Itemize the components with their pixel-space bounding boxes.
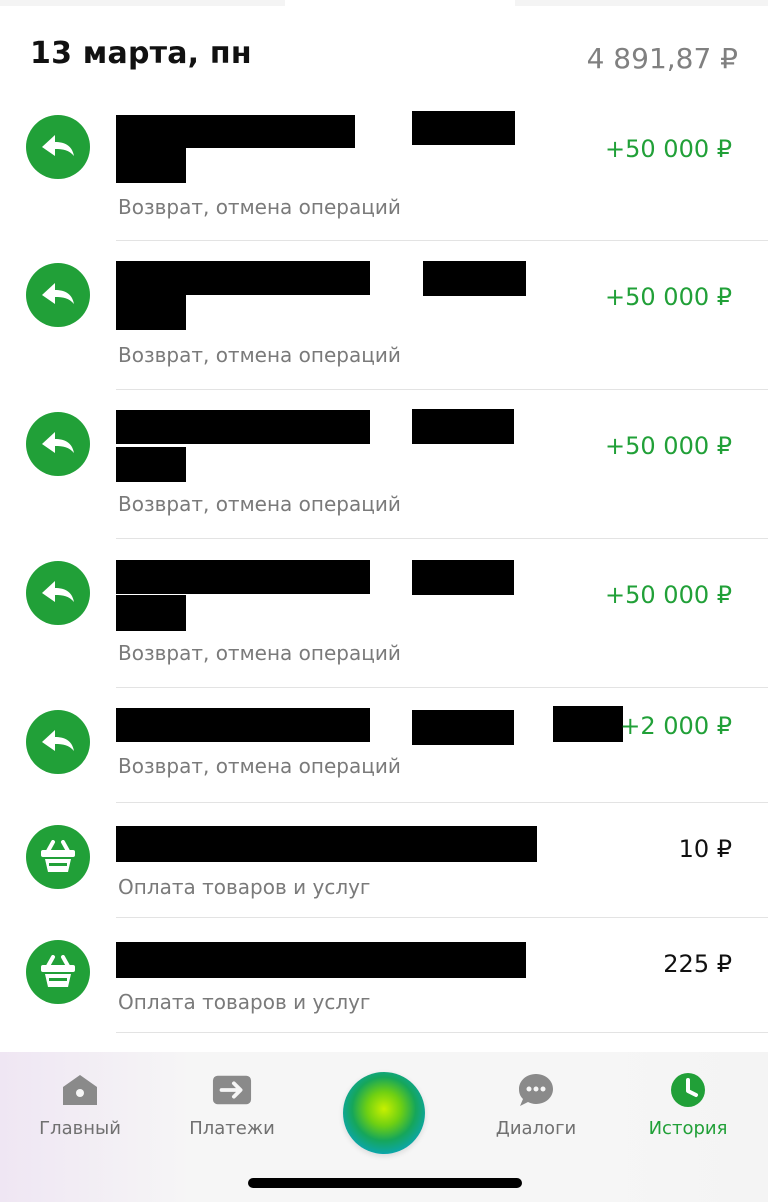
transaction-amount: +50 000 ₽ xyxy=(605,283,732,311)
transaction-row[interactable]: 225 ₽ Оплата товаров и услуг xyxy=(0,918,768,1033)
transfer-arrow-icon xyxy=(212,1070,252,1110)
transaction-row[interactable]: +50 000 ₽ Возврат, отмена операций xyxy=(0,539,768,688)
redacted-name xyxy=(116,115,355,148)
clock-icon xyxy=(668,1070,708,1110)
redacted-name xyxy=(116,595,186,631)
tab-payments-label: Платежи xyxy=(189,1118,275,1139)
transaction-category: Возврат, отмена операций xyxy=(118,343,401,367)
transaction-row[interactable]: +2 000 ₽ Возврат, отмена операций xyxy=(0,688,768,803)
assistant-orb-button[interactable] xyxy=(343,1072,425,1154)
tab-home-label: Главный xyxy=(39,1118,121,1139)
redacted-name xyxy=(116,148,186,183)
tab-dialogs-label: Диалоги xyxy=(495,1118,577,1139)
home-indicator[interactable] xyxy=(248,1178,522,1188)
redacted-name xyxy=(116,447,186,482)
return-arrow-icon xyxy=(26,561,90,625)
basket-icon xyxy=(26,940,90,1004)
redacted-name xyxy=(412,409,514,444)
transaction-row[interactable]: +50 000 ₽ Возврат, отмена операций xyxy=(0,95,768,241)
transaction-amount: +2 000 ₽ xyxy=(620,712,732,740)
transaction-category: Возврат, отмена операций xyxy=(118,641,401,665)
transaction-amount: +50 000 ₽ xyxy=(605,581,732,609)
home-icon xyxy=(60,1070,100,1110)
date-heading: 13 марта, пн xyxy=(30,36,252,71)
transaction-category: Оплата товаров и услуг xyxy=(118,990,371,1014)
divider xyxy=(116,1032,768,1033)
redacted-name xyxy=(116,942,526,978)
transaction-category: Возврат, отмена операций xyxy=(118,492,401,516)
return-arrow-icon xyxy=(26,263,90,327)
transaction-row[interactable]: +50 000 ₽ Возврат, отмена операций xyxy=(0,390,768,539)
redacted-name xyxy=(116,261,370,295)
return-arrow-icon xyxy=(26,115,90,179)
redacted-name xyxy=(116,410,370,444)
redacted-name xyxy=(423,261,526,296)
transaction-row[interactable]: +50 000 ₽ Возврат, отмена операций xyxy=(0,241,768,390)
tab-history[interactable]: История xyxy=(623,1070,753,1139)
transaction-category: Возврат, отмена операций xyxy=(118,195,401,219)
transaction-amount: 225 ₽ xyxy=(663,950,732,978)
basket-icon xyxy=(26,825,90,889)
tab-home[interactable]: Главный xyxy=(15,1070,145,1139)
redacted-name xyxy=(116,708,370,742)
return-arrow-icon xyxy=(26,412,90,476)
transaction-category: Оплата товаров и услуг xyxy=(118,875,371,899)
transaction-amount: +50 000 ₽ xyxy=(605,432,732,460)
redacted-name xyxy=(412,111,515,145)
transaction-category: Возврат, отмена операций xyxy=(118,754,401,778)
transaction-list: +50 000 ₽ Возврат, отмена операций +50 0… xyxy=(0,95,768,1033)
day-total: 4 891,87 ₽ xyxy=(586,42,738,75)
tab-history-label: История xyxy=(648,1118,728,1139)
redacted-name xyxy=(412,560,514,595)
tab-dialogs[interactable]: Диалоги xyxy=(471,1070,601,1139)
transaction-amount: 10 ₽ xyxy=(678,835,732,863)
redacted-name xyxy=(116,295,186,330)
tab-payments[interactable]: Платежи xyxy=(167,1070,297,1139)
redacted-name xyxy=(412,710,514,745)
transaction-row[interactable]: 10 ₽ Оплата товаров и услуг xyxy=(0,803,768,918)
chat-bubble-icon xyxy=(516,1070,556,1110)
return-arrow-icon xyxy=(26,710,90,774)
redacted-name xyxy=(116,826,537,862)
redacted-name xyxy=(553,706,623,742)
transaction-amount: +50 000 ₽ xyxy=(605,135,732,163)
day-header: 13 марта, пн 4 891,87 ₽ xyxy=(0,0,768,100)
redacted-name xyxy=(116,560,370,594)
